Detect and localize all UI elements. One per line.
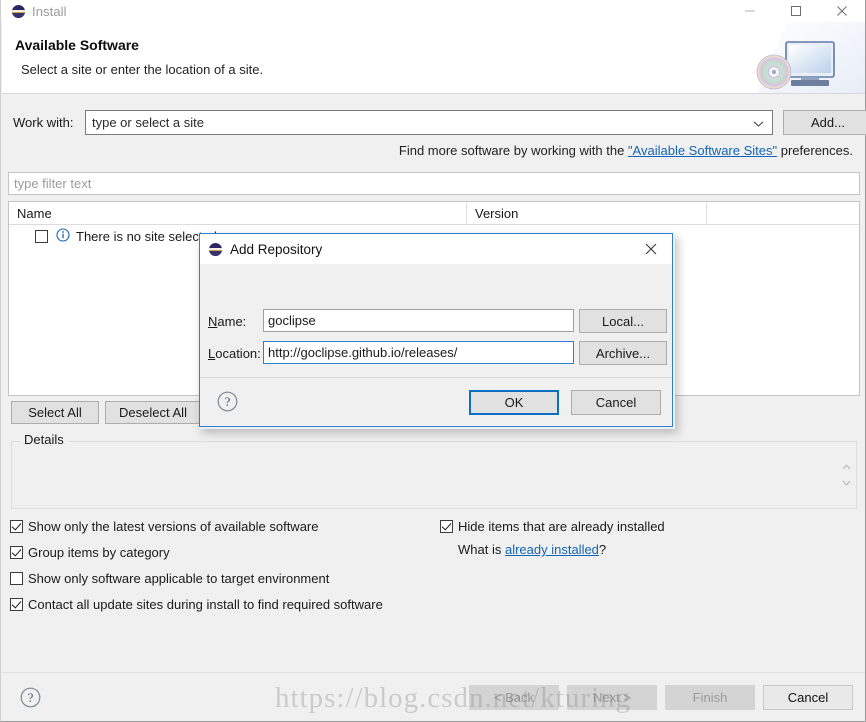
checkbox-box[interactable] (10, 571, 23, 585)
spinner-stepper-icon[interactable] (841, 464, 852, 486)
location-input[interactable]: http://goclipse.github.io/releases/ (263, 341, 574, 364)
window-controls (727, 0, 865, 22)
monitor-cd-install-icon (741, 22, 865, 93)
next-button[interactable]: Next > (567, 685, 657, 710)
checkbox-box[interactable] (440, 519, 453, 533)
available-software-sites-link[interactable]: "Available Software Sites" (628, 143, 777, 158)
back-button[interactable]: < Back (469, 685, 559, 710)
ok-button[interactable]: OK (469, 390, 559, 415)
window-title: Install (32, 3, 67, 19)
checkbox-label: Show only the latest versions of availab… (28, 518, 319, 534)
location-input-value: http://goclipse.github.io/releases/ (268, 345, 458, 360)
archive-button[interactable]: Archive... (579, 341, 667, 365)
details-legend-line-right (69, 441, 856, 442)
page-subtitle: Select a site or enter the location of a… (21, 62, 264, 77)
work-with-placeholder: type or select a site (92, 115, 204, 130)
close-icon[interactable] (630, 234, 672, 264)
row-label: There is no site selected (76, 228, 217, 244)
find-more-suffix: preferences. (777, 143, 853, 158)
modal-cancel-button[interactable]: Cancel (571, 390, 661, 415)
work-with-label: Work with: (13, 115, 74, 130)
checkbox-box[interactable] (10, 519, 23, 533)
window-titlebar: Install (1, 0, 865, 22)
name-label-rest: ame: (217, 314, 247, 329)
checkbox-label: Contact all update sites during install … (28, 596, 383, 612)
modal-title: Add Repository (230, 241, 323, 257)
svg-text:?: ? (225, 394, 231, 409)
checkbox-box[interactable] (10, 545, 23, 559)
filter-input[interactable]: type filter text (8, 172, 860, 195)
close-icon[interactable] (819, 0, 865, 22)
modal-body: Name: goclipse Local... Location: http:/… (200, 264, 672, 379)
what-is-already-installed: What is already installed? (458, 542, 860, 557)
info-icon (56, 227, 70, 245)
checkbox-box[interactable] (10, 597, 23, 611)
options-column-left: Show only the latest versions of availab… (10, 513, 440, 617)
row-checkbox[interactable] (35, 229, 48, 243)
eclipse-logo-icon (12, 4, 25, 18)
name-input[interactable]: goclipse (263, 309, 574, 332)
help-question-icon[interactable]: ? (217, 391, 238, 415)
work-with-combo[interactable]: type or select a site (85, 110, 773, 135)
tree-column-headers: Name Version (9, 202, 859, 225)
details-group: Details (11, 432, 857, 509)
options-column-right: Hide items that are already installed Wh… (440, 513, 860, 557)
checkbox-applicable-target-env[interactable]: Show only software applicable to target … (10, 565, 440, 591)
checkbox-group-by-category[interactable]: Group items by category (10, 539, 440, 565)
find-more-text: Find more software by working with the "… (399, 143, 853, 158)
deselect-all-button[interactable]: Deselect All (105, 401, 201, 424)
details-legend-line-left (12, 441, 20, 442)
maximize-icon[interactable] (773, 0, 819, 22)
wizard-buttons: < Back Next > Finish Cancel (469, 685, 853, 710)
add-button[interactable]: Add... (783, 110, 866, 135)
what-is-prefix: What is (458, 542, 505, 557)
name-mnemonic: N (208, 314, 218, 329)
local-button[interactable]: Local... (579, 309, 667, 333)
column-header-name[interactable]: Name (9, 202, 467, 224)
already-installed-link[interactable]: already installed (505, 542, 599, 557)
name-field-label: Name: (208, 314, 246, 329)
minimize-icon[interactable] (727, 0, 773, 22)
checkbox-show-latest-versions[interactable]: Show only the latest versions of availab… (10, 513, 440, 539)
checkbox-label: Hide items that are already installed (458, 518, 665, 534)
work-with-row: Work with: type or select a site Add... (13, 110, 866, 136)
help-question-icon[interactable]: ? (20, 687, 41, 711)
find-more-prefix: Find more software by working with the (398, 143, 628, 158)
modal-titlebar: Add Repository (200, 234, 672, 264)
checkbox-label: Show only software applicable to target … (28, 570, 330, 586)
cancel-button[interactable]: Cancel (763, 685, 853, 710)
page-header: Available Software Select a site or ente… (2, 22, 865, 94)
eclipse-logo-icon (209, 242, 222, 256)
details-legend: Details (20, 432, 68, 447)
location-label-rest: ocation: (215, 346, 261, 361)
select-all-button[interactable]: Select All (11, 401, 99, 424)
chevron-down-icon[interactable] (753, 115, 764, 130)
what-is-suffix: ? (598, 542, 607, 557)
svg-text:?: ? (28, 690, 34, 705)
column-header-version[interactable]: Version (467, 202, 707, 224)
modal-footer: ? OK Cancel (200, 377, 672, 426)
checkbox-hide-already-installed[interactable]: Hide items that are already installed (440, 513, 860, 539)
add-repository-dialog: Add Repository Name: goclipse Local... L… (199, 233, 673, 427)
location-field-label: Location: (208, 346, 261, 361)
dialog-footer: ? < Back Next > Finish Cancel (2, 672, 865, 721)
name-input-value: goclipse (268, 313, 316, 328)
finish-button[interactable]: Finish (665, 685, 755, 710)
checkbox-contact-update-sites[interactable]: Contact all update sites during install … (10, 591, 440, 617)
checkbox-label: Group items by category (28, 544, 170, 560)
filter-placeholder: type filter text (14, 176, 92, 191)
page-title: Available Software (15, 37, 139, 53)
